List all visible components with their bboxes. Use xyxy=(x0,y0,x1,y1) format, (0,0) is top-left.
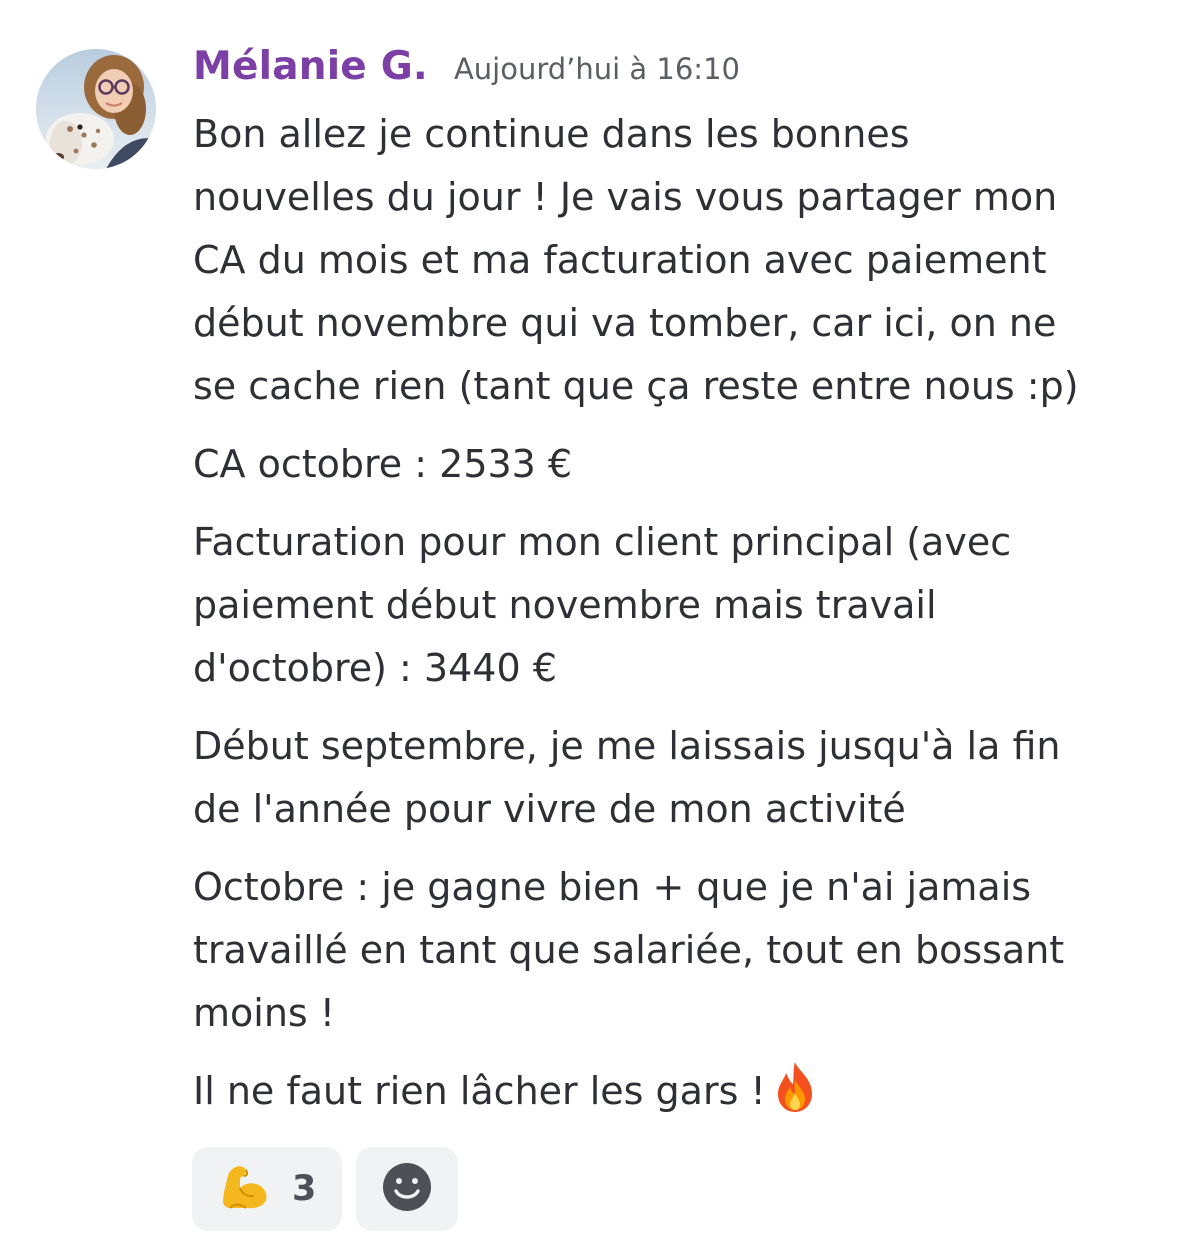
text-line: se cache rien (tant que ça reste entre n… xyxy=(193,364,1079,408)
author-name[interactable]: Mélanie G. xyxy=(193,44,428,89)
message-paragraph: CA octobre : 2533 € xyxy=(193,433,1153,496)
text-line: paiement début novembre mais travail xyxy=(193,583,937,627)
text-line: travaillé en tant que salariée, tout en … xyxy=(193,928,1065,972)
reactions-bar: 3 xyxy=(192,1147,458,1231)
closing-text: Il ne faut rien lâcher les gars ! xyxy=(193,1069,766,1113)
reaction-flexed-biceps[interactable]: 3 xyxy=(192,1147,342,1231)
chat-message: Mélanie G. Aujourd’hui à 16:10 Bon allez… xyxy=(0,0,1179,1259)
message-paragraph: Début septembre, je me laissais jusqu'à … xyxy=(193,715,1153,841)
text-line: début novembre qui va tomber, car ici, o… xyxy=(193,301,1057,345)
text-line: moins ! xyxy=(193,991,336,1035)
add-reaction-button[interactable] xyxy=(356,1147,458,1231)
text-line: d'octobre) : 3440 € xyxy=(193,646,557,690)
message-paragraph: Octobre : je gagne bien + que je n'ai ja… xyxy=(193,856,1153,1045)
text-line: de l'année pour vivre de mon activité xyxy=(193,787,906,831)
fire-icon xyxy=(772,1060,818,1133)
message-paragraph: Facturation pour mon client principal (a… xyxy=(193,511,1153,700)
avatar-photo xyxy=(36,49,156,169)
text-line: CA octobre : 2533 € xyxy=(193,442,573,486)
message-content: Bon allez je continue dans les bonnes no… xyxy=(193,103,1153,1148)
avatar[interactable] xyxy=(36,49,156,169)
message-timestamp: Aujourd’hui à 16:10 xyxy=(453,52,740,86)
text-line: CA du mois et ma facturation avec paieme… xyxy=(193,238,1047,282)
text-line: Octobre : je gagne bien + que je n'ai ja… xyxy=(193,865,1032,909)
text-line: nouvelles du jour ! Je vais vous partage… xyxy=(193,175,1058,219)
message-header: Mélanie G. Aujourd’hui à 16:10 xyxy=(193,44,740,100)
message-paragraph: Il ne faut rien lâcher les gars ! xyxy=(193,1060,1153,1133)
text-line: Bon allez je continue dans les bonnes xyxy=(193,112,910,156)
text-line: Début septembre, je me laissais jusqu'à … xyxy=(193,724,1061,768)
text-line: Facturation pour mon client principal (a… xyxy=(193,520,1012,564)
reaction-count: 3 xyxy=(292,1169,317,1209)
message-paragraph: Bon allez je continue dans les bonnes no… xyxy=(193,103,1153,418)
text-line: Il ne faut rien lâcher les gars ! xyxy=(193,1060,1153,1133)
add-reaction-icon xyxy=(382,1162,432,1216)
flexed-biceps-icon xyxy=(220,1164,270,1214)
